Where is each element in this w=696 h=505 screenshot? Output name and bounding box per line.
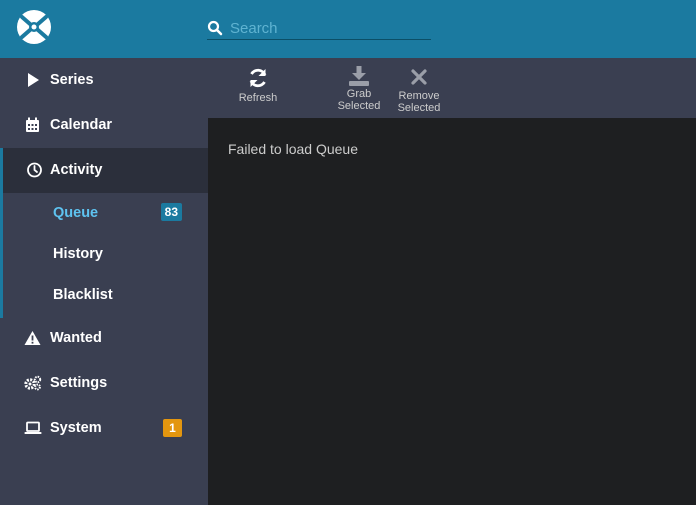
clock-icon (27, 162, 42, 178)
sidebar-item-settings[interactable]: Settings (0, 361, 208, 406)
search-box (207, 18, 431, 40)
refresh-label: Refresh (238, 92, 278, 104)
grab-label-line1: Grab (346, 88, 372, 100)
queue-count-badge: 83 (160, 203, 182, 221)
sidebar-subitem-label: Queue (53, 205, 99, 221)
remove-label-line2: Selected (397, 102, 441, 114)
sidebar-subitem-label: Blacklist (53, 287, 113, 303)
search-input[interactable] (230, 18, 430, 38)
sidebar-item-label: Series (50, 72, 94, 88)
sidebar-subitem-history[interactable]: History (0, 234, 208, 275)
top-bar (0, 0, 696, 58)
error-message: Failed to load Queue (228, 141, 358, 157)
refresh-icon (249, 68, 267, 88)
refresh-button[interactable]: Refresh (232, 58, 284, 118)
search-icon (207, 20, 223, 36)
close-icon (411, 69, 427, 85)
main-content: Failed to load Queue (208, 118, 696, 505)
toolbar: Refresh Grab Selected Remove Selected (208, 58, 696, 118)
sidebar-item-wanted[interactable]: Wanted (0, 316, 208, 361)
sidebar-item-calendar[interactable]: Calendar (0, 103, 208, 148)
sidebar-item-label: System (50, 420, 102, 436)
play-icon (28, 73, 39, 87)
cogs-icon (24, 375, 42, 391)
sidebar-subitem-label: History (53, 246, 103, 262)
sidebar-item-label: Settings (50, 375, 108, 391)
laptop-icon (24, 421, 42, 434)
system-badge: 1 (163, 419, 182, 437)
grab-label-line2: Selected (337, 100, 381, 112)
calendar-icon (26, 117, 39, 132)
sidebar-item-label: Wanted (50, 330, 102, 346)
sidebar-subitem-blacklist[interactable]: Blacklist (0, 275, 208, 316)
remove-selected-button[interactable]: Remove Selected (392, 58, 446, 118)
sidebar: Series Calendar Activity Queue 83 Histor… (0, 58, 208, 505)
app-logo-icon[interactable] (17, 10, 51, 44)
sidebar-item-label: Calendar (50, 117, 113, 133)
sidebar-subitem-queue[interactable]: Queue 83 (0, 193, 208, 234)
download-icon (349, 66, 369, 86)
remove-label-line1: Remove (398, 90, 440, 102)
warning-icon (24, 331, 41, 345)
sidebar-item-series[interactable]: Series (0, 58, 208, 103)
sidebar-item-label: Activity (50, 162, 103, 178)
sidebar-item-activity[interactable]: Activity (0, 148, 208, 193)
sidebar-item-system[interactable]: System 1 (0, 406, 208, 451)
grab-selected-button[interactable]: Grab Selected (332, 58, 386, 118)
